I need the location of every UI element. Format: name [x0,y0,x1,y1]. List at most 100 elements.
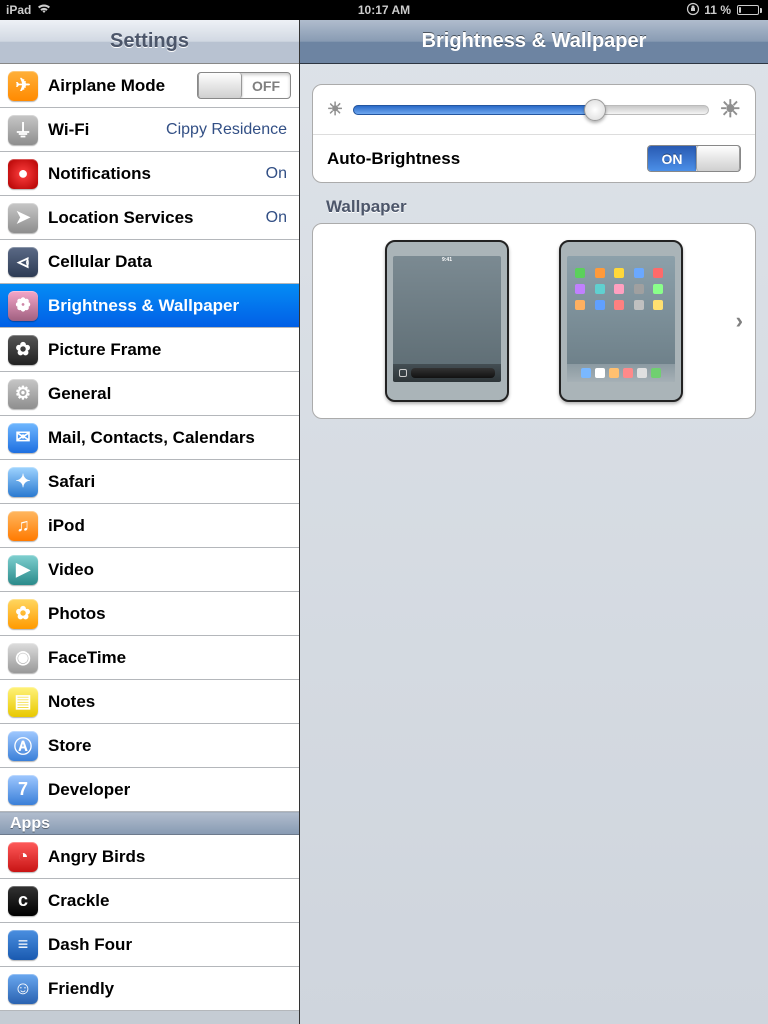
sidebar-item-airplane-mode[interactable]: ✈ Airplane Mode OFF [0,64,299,108]
general-icon: ⚙ [8,379,38,409]
sidebar-item-label: Location Services [48,208,194,228]
notifications-icon: ● [8,159,38,189]
sidebar-item-picture-frame[interactable]: ✿ Picture Frame [0,328,299,372]
sidebar-item-label: Picture Frame [48,340,161,360]
toggle-off-label: OFF [242,73,290,98]
toggle-knob[interactable] [198,73,242,98]
detail-pane: Brightness & Wallpaper ☀ ☀ Auto-Brightne… [300,20,768,1024]
sidebar-item-ipod[interactable]: ♫ iPod [0,504,299,548]
sidebar: Settings ✈ Airplane Mode OFF ⏚ Wi-Fi Cippy Re… [0,20,300,1024]
sidebar-item-notifications[interactable]: ● Notifications On [0,152,299,196]
sidebar-item-label: FaceTime [48,648,126,668]
airplane-toggle[interactable]: OFF [197,72,291,99]
sidebar-item-value: On [266,165,291,183]
wifi-icon [37,3,51,17]
sidebar-item-label: General [48,384,111,404]
sidebar-item-label: Developer [48,780,130,800]
lock-preview-time: 9:41 [393,256,501,264]
brightness-group: ☀ ☀ Auto-Brightness ON [312,84,756,183]
sidebar-item-video[interactable]: ▶ Video [0,548,299,592]
picture-frame-icon: ✿ [8,335,38,365]
sidebar-item-label: Notifications [48,164,151,184]
facetime-icon: ◉ [8,643,38,673]
store-icon: Ⓐ [8,731,38,761]
photos-icon: ✿ [8,599,38,629]
status-time: 10:17 AM [358,3,410,17]
settings-list[interactable]: ✈ Airplane Mode OFF ⏚ Wi-Fi Cippy Residence ● N… [0,64,299,1024]
sidebar-item-value: On [266,209,291,227]
sidebar-item-photos[interactable]: ✿ Photos [0,592,299,636]
battery-pct: 11 % [704,3,731,17]
brightness-high-icon: ☀ [719,95,741,124]
sidebar-item-mail-contacts-calendars[interactable]: ✉ Mail, Contacts, Calendars [0,416,299,460]
apps-section-header: Apps [0,812,299,835]
sidebar-item-label: iPod [48,516,85,536]
detail-header: Brightness & Wallpaper [300,20,768,64]
auto-brightness-label: Auto-Brightness [327,149,460,169]
ipod-icon: ♫ [8,511,38,541]
wallpaper-section-label: Wallpaper [312,197,756,223]
brightness-wallpaper-icon: ❁ [8,291,38,321]
sidebar-item-wi-fi[interactable]: ⏚ Wi-Fi Cippy Residence [0,108,299,152]
sidebar-item-location-services[interactable]: ➤ Location Services On [0,196,299,240]
sidebar-item-label: Video [48,560,94,580]
sidebar-item-label: Wi-Fi [48,120,89,140]
sidebar-item-facetime[interactable]: ◉ FaceTime [0,636,299,680]
cellular-data-icon: ⏿ [8,247,38,277]
sidebar-item-label: Safari [48,472,95,492]
sidebar-item-label: Cellular Data [48,252,152,272]
sidebar-item-developer[interactable]: 7 Developer [0,768,299,812]
developer-icon: 7 [8,775,38,805]
sidebar-item-store[interactable]: Ⓐ Store [0,724,299,768]
mail-contacts-calendars-icon: ✉ [8,423,38,453]
sidebar-item-label: Dash Four [48,935,132,955]
sidebar-item-angry-birds[interactable]: ◔ Angry Birds [0,835,299,879]
sidebar-item-label: Airplane Mode [48,76,165,96]
sidebar-item-label: Crackle [48,891,109,911]
sidebar-item-label: Angry Birds [48,847,145,867]
video-icon: ▶ [8,555,38,585]
auto-brightness-toggle[interactable]: ON [647,145,741,172]
sidebar-item-label: Brightness & Wallpaper [48,296,239,316]
toggle-on-label: ON [648,146,696,171]
auto-brightness-row: Auto-Brightness ON [313,135,755,182]
sidebar-item-label: Mail, Contacts, Calendars [48,428,255,448]
airplane-mode-icon: ✈ [8,71,38,101]
battery-icon [735,5,762,15]
sidebar-item-label: Store [48,736,91,756]
brightness-low-icon: ☀ [327,99,343,120]
safari-icon: ✦ [8,467,38,497]
notes-icon: ▤ [8,687,38,717]
sidebar-item-notes[interactable]: ▤ Notes [0,680,299,724]
sidebar-item-friendly[interactable]: ☺ Friendly [0,967,299,1011]
dash-four-icon: ≡ [8,930,38,960]
sidebar-item-value: Cippy Residence [166,121,291,139]
crackle-icon: c [8,886,38,916]
device-label: iPad [6,3,31,17]
sidebar-item-label: Notes [48,692,95,712]
wallpaper-group: 9:41 › [312,223,756,419]
wallpaper-row[interactable]: 9:41 › [313,224,755,418]
sidebar-item-general[interactable]: ⚙ General [0,372,299,416]
lockscreen-preview[interactable]: 9:41 [385,240,509,402]
sidebar-header: Settings [0,20,299,64]
orientation-lock-icon [686,2,700,19]
sidebar-item-label: Photos [48,604,106,624]
sidebar-item-crackle[interactable]: c Crackle [0,879,299,923]
brightness-slider[interactable] [353,105,709,115]
sidebar-item-label: Friendly [48,979,114,999]
homescreen-preview[interactable] [559,240,683,402]
sidebar-item-dash-four[interactable]: ≡ Dash Four [0,923,299,967]
toggle-knob[interactable] [696,146,740,171]
sidebar-item-cellular-data[interactable]: ⏿ Cellular Data [0,240,299,284]
wi-fi-icon: ⏚ [8,115,38,145]
sidebar-item-safari[interactable]: ✦ Safari [0,460,299,504]
location-services-icon: ➤ [8,203,38,233]
brightness-slider-row: ☀ ☀ [313,85,755,135]
status-bar: iPad 10:17 AM 11 % [0,0,768,20]
sidebar-item-brightness-wallpaper[interactable]: ❁ Brightness & Wallpaper [0,284,299,328]
chevron-right-icon: › [736,308,743,334]
angry-birds-icon: ◔ [8,842,38,872]
friendly-icon: ☺ [8,974,38,1004]
slider-thumb[interactable] [584,99,606,121]
